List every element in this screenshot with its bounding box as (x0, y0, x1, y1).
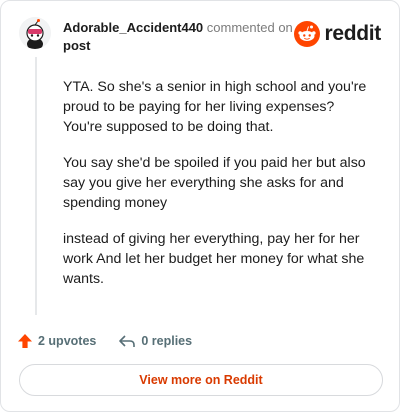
reddit-snoo-icon (294, 21, 321, 47)
upvote-arrow-icon (18, 334, 32, 348)
reply-button[interactable]: 0 replies (118, 333, 192, 349)
reddit-logo[interactable]: reddit (294, 21, 381, 47)
reply-arrow-icon (119, 335, 136, 347)
comment-actions: 2 upvotes 0 replies (17, 331, 214, 351)
upvote-count: 2 upvotes (38, 334, 97, 348)
reply-count: 0 replies (141, 334, 193, 348)
comment-paragraph: You say she'd be spoiled if you paid her… (63, 155, 366, 211)
avatar[interactable] (19, 17, 51, 49)
commented-on-text: commented on (206, 20, 293, 35)
post-link[interactable]: post (63, 37, 293, 55)
comment-meta: Adorable_Accident440 commented on post (63, 19, 293, 55)
thread-line (35, 57, 37, 315)
upvote-button[interactable]: 2 upvotes (17, 333, 96, 349)
comment-paragraph: instead of giving her everything, pay he… (63, 231, 365, 287)
brand-wordmark: reddit (324, 22, 381, 45)
avatar-icon (19, 17, 51, 49)
comment-body: YTA. So she's a senior in high school an… (63, 77, 373, 305)
view-more-button[interactable]: View more on Reddit (19, 364, 383, 396)
embedded-comment-card: Adorable_Accident440 commented on post r… (0, 0, 400, 412)
comment-paragraph: YTA. So she's a senior in high school an… (63, 79, 367, 135)
author-name[interactable]: Adorable_Accident440 (63, 20, 203, 35)
